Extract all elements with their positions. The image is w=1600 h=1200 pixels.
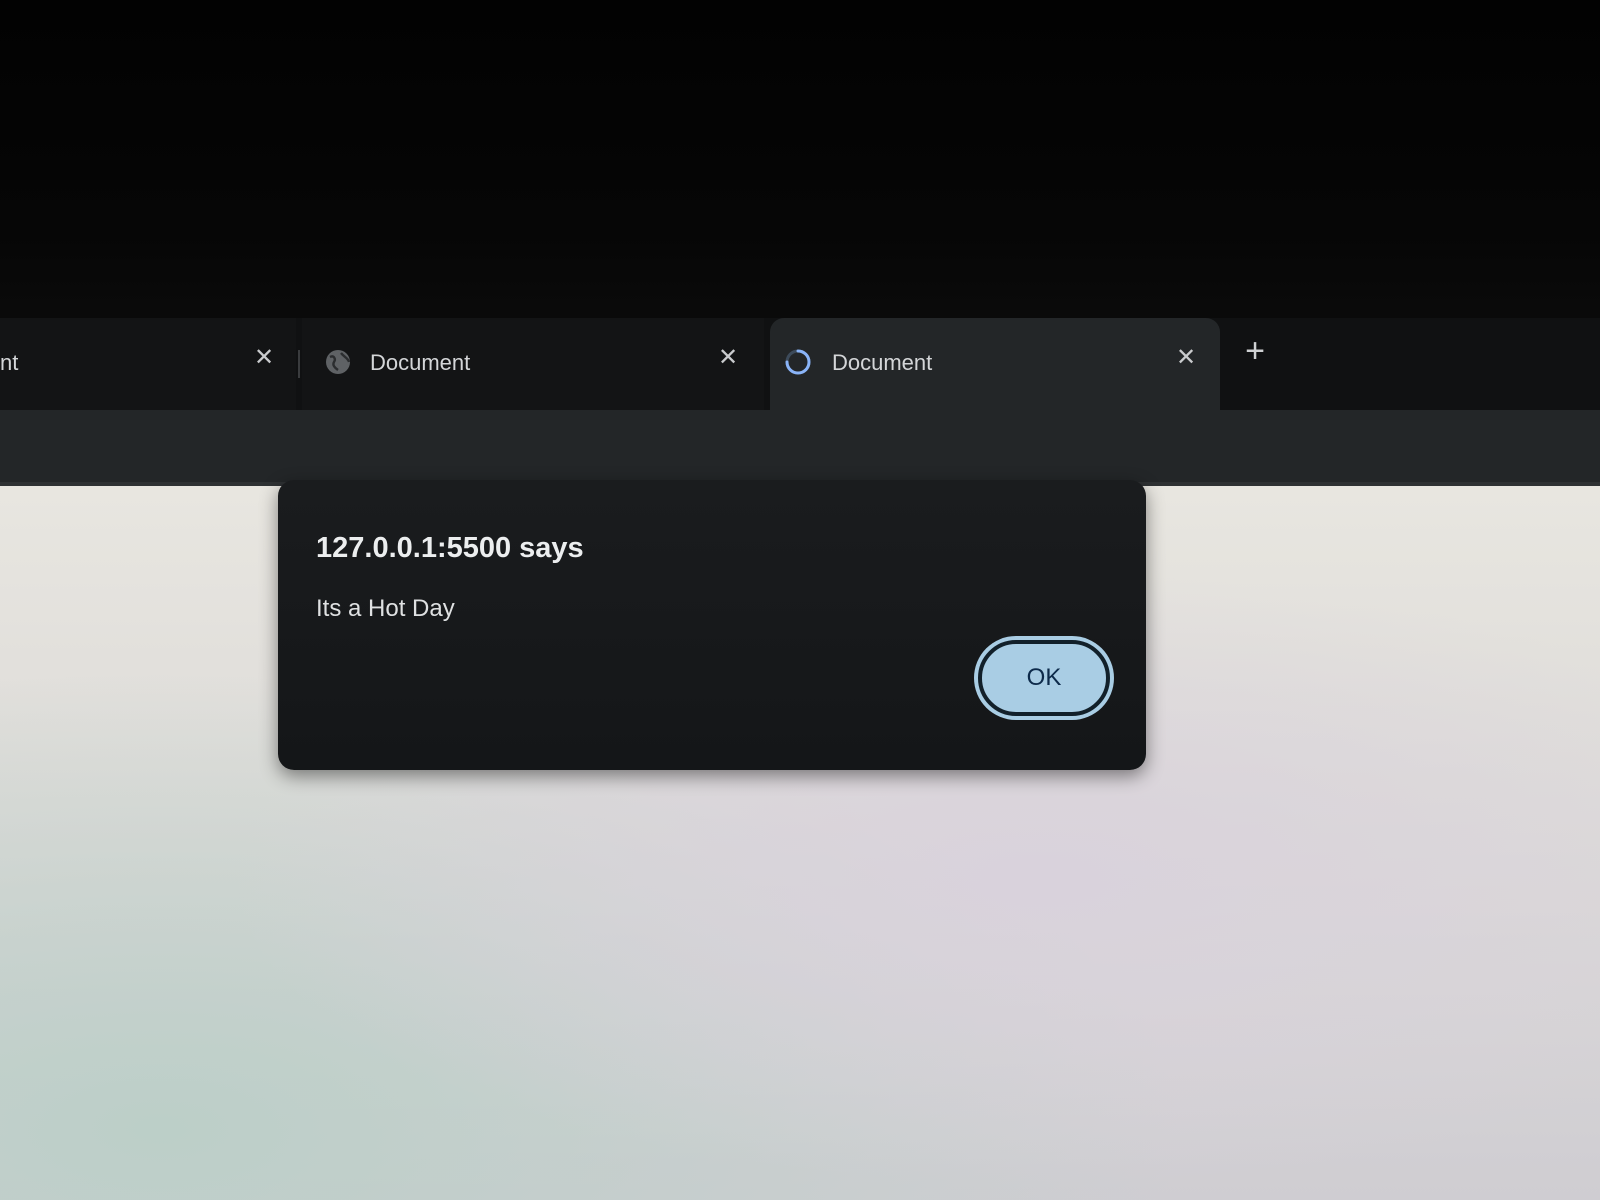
tab-close-icon[interactable]: ✕ xyxy=(1174,346,1198,370)
tab-title: Document xyxy=(370,350,471,375)
tab-partial[interactable]: nt ✕ xyxy=(0,318,296,410)
ok-button[interactable]: OK xyxy=(978,640,1110,716)
dialog-message: Its a Hot Day xyxy=(316,595,455,622)
tab-close-icon[interactable]: ✕ xyxy=(716,346,740,370)
tab-title: Document xyxy=(832,350,933,375)
tab-divider xyxy=(298,350,300,378)
loading-spinner-icon xyxy=(785,349,811,375)
tab-strip: nt ✕ Document ✕ Document ✕ xyxy=(0,318,1600,410)
tab-title: nt xyxy=(0,350,19,375)
browser-toolbar xyxy=(0,410,1600,486)
tab-close-icon[interactable]: ✕ xyxy=(252,346,276,370)
monitor-bezel xyxy=(0,0,1600,330)
tab-document-1[interactable]: Document ✕ xyxy=(302,318,764,410)
screen: nt ✕ Document ✕ Document ✕ + 127.0.0.1:5… xyxy=(0,0,1600,1200)
alert-dialog: 127.0.0.1:5500 says Its a Hot Day OK xyxy=(278,480,1146,770)
dialog-title: 127.0.0.1:5500 says xyxy=(316,532,584,564)
new-tab-button[interactable]: + xyxy=(1240,334,1270,368)
globe-icon xyxy=(326,350,351,374)
tab-document-active[interactable]: Document ✕ xyxy=(770,318,1220,410)
